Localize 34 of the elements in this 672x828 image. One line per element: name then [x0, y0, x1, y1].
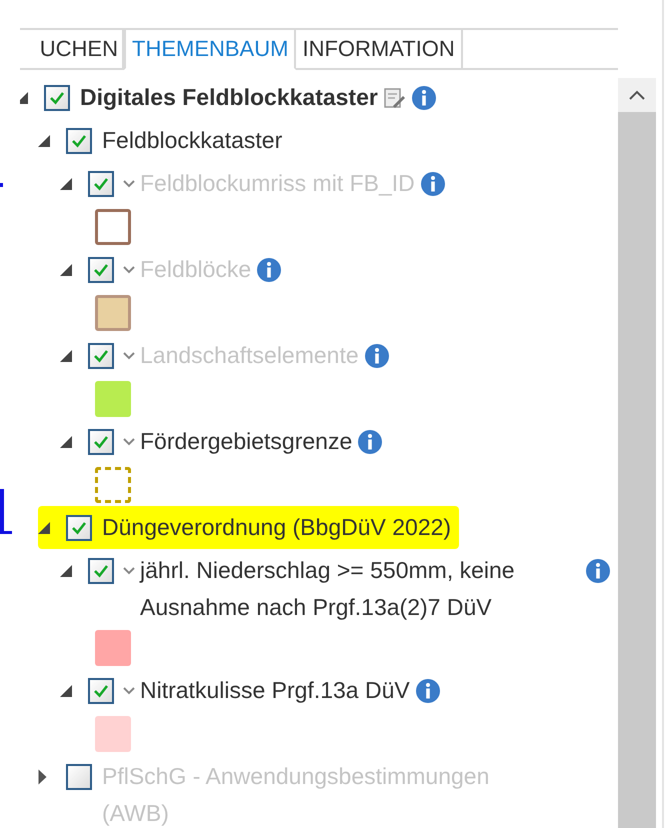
layer-label[interactable]: jährl. Niederschlag >= 550mm, keine Ausnahme nach Prgf.13a(2)7 DüV [140, 552, 580, 626]
checkbox[interactable] [66, 128, 92, 154]
info-icon[interactable] [412, 86, 436, 110]
tab[interactable]: THEMENBAUM [124, 30, 296, 70]
tab[interactable]: UCHEN [20, 30, 124, 70]
info-icon[interactable] [586, 558, 610, 582]
chevron-up-icon [629, 90, 645, 100]
checkbox[interactable] [88, 428, 114, 454]
info-icon[interactable] [416, 678, 440, 702]
chevron-icon[interactable] [123, 266, 135, 274]
chevron-icon[interactable] [123, 352, 135, 360]
checkbox[interactable] [88, 558, 114, 584]
layer-label[interactable]: Fördergebietsgrenze [140, 423, 352, 460]
expanded-arrow-icon[interactable] [38, 134, 50, 146]
scrollbar[interactable] [618, 78, 656, 828]
edit-icon[interactable] [384, 86, 406, 108]
expanded-arrow-icon[interactable] [60, 436, 72, 448]
expanded-arrow-icon[interactable] [38, 522, 50, 534]
chevron-icon[interactable] [123, 438, 135, 446]
chevron-icon[interactable] [123, 686, 135, 694]
checkbox[interactable] [44, 84, 70, 110]
layer-label[interactable]: Digitales Feldblockkataster [80, 79, 378, 116]
tab[interactable]: INFORMATION [296, 30, 463, 70]
layer-label[interactable]: Feldblockkataster [102, 122, 282, 159]
scroll-up-button[interactable] [618, 78, 656, 112]
expanded-arrow-icon[interactable] [60, 684, 72, 696]
chevron-icon[interactable] [123, 566, 135, 574]
expanded-arrow-icon[interactable] [60, 564, 72, 576]
layer-label[interactable]: Düngeverordnung (BbgDüV 2022) [102, 509, 452, 546]
chevron-icon[interactable] [123, 180, 135, 188]
checkbox[interactable] [66, 514, 92, 540]
checkbox[interactable] [88, 678, 114, 704]
info-icon[interactable] [358, 430, 382, 454]
layer-label[interactable]: Nitratkulisse Prgf.13a DüV [140, 672, 410, 709]
